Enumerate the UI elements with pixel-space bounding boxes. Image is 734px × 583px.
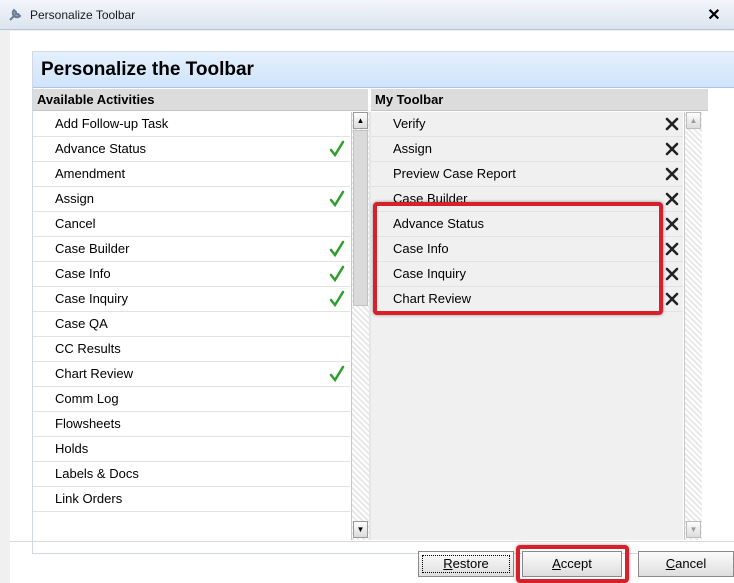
list-item[interactable]: Chart Review	[33, 362, 350, 387]
activity-label: Case QA	[55, 316, 108, 331]
activity-label: Labels & Docs	[55, 466, 139, 481]
list-item[interactable]: CC Results	[33, 337, 350, 362]
toolbar-item-label: Verify	[393, 116, 426, 131]
activity-label: Case Info	[55, 266, 111, 281]
checkmark-icon	[329, 265, 345, 283]
available-activities-header: Available Activities	[33, 89, 368, 111]
remove-icon[interactable]	[665, 242, 679, 256]
remove-icon[interactable]	[665, 142, 679, 156]
panel-header: Personalize the Toolbar	[33, 52, 734, 88]
window-title: Personalize Toolbar	[30, 8, 136, 22]
list-item[interactable]: Case Builder	[33, 237, 350, 262]
activity-label: Link Orders	[55, 491, 123, 506]
list-item[interactable]: Cancel	[33, 212, 350, 237]
list-item[interactable]: Flowsheets	[33, 412, 350, 437]
highlight-toolbar-items	[373, 202, 663, 315]
list-item[interactable]: Amendment	[33, 162, 350, 187]
cancel-button[interactable]: Cancel	[638, 551, 734, 577]
list-item[interactable]: Advance Status	[33, 137, 350, 162]
restore-button[interactable]: Restore	[418, 551, 514, 577]
remove-icon[interactable]	[665, 217, 679, 231]
list-item[interactable]: Holds	[33, 437, 350, 462]
panel-title: Personalize the Toolbar	[41, 59, 254, 80]
remove-icon[interactable]	[665, 292, 679, 306]
scroll-thumb[interactable]	[353, 130, 368, 306]
footer-separator	[10, 541, 734, 542]
cancel-mnemonic: C	[665, 556, 676, 571]
checkmark-icon	[329, 290, 345, 308]
activity-label: Holds	[55, 441, 89, 456]
list-item[interactable]: Labels & Docs	[33, 462, 350, 487]
activity-label: Add Follow-up Task	[55, 116, 169, 131]
activity-label: Case Builder	[55, 241, 130, 256]
remove-icon[interactable]	[665, 192, 679, 206]
activity-label: Chart Review	[55, 366, 134, 381]
remove-icon[interactable]	[665, 117, 679, 131]
checkmark-icon	[329, 140, 345, 158]
close-button[interactable]: ✕	[700, 6, 728, 26]
list-item[interactable]: Comm Log	[33, 387, 350, 412]
remove-icon[interactable]	[665, 267, 679, 281]
available-activities-list: Add Follow-up Task Advance Status Amendmen…	[33, 112, 350, 540]
toolbar-item[interactable]: Assign	[371, 137, 683, 162]
list-item[interactable]: Assign	[33, 187, 350, 212]
close-icon: ✕	[707, 7, 721, 24]
list-item[interactable]: Case QA	[33, 312, 350, 337]
activity-label: Comm Log	[55, 391, 119, 406]
cancel-label: ancel	[675, 556, 707, 571]
activity-label: Flowsheets	[55, 416, 121, 431]
focus-ring	[422, 555, 510, 573]
toolbar-item-label: Assign	[393, 141, 433, 156]
scroll-down-button[interactable]: ▼	[686, 521, 701, 538]
list-item[interactable]: Add Follow-up Task	[33, 112, 350, 137]
activity-label: Advance Status	[55, 141, 147, 156]
activity-label: Case Inquiry	[55, 291, 128, 306]
checkmark-icon	[329, 240, 345, 258]
scroll-up-button[interactable]: ▲	[686, 112, 701, 129]
list-item[interactable]: Link Orders	[33, 487, 350, 512]
scroll-down-button[interactable]: ▼	[353, 521, 368, 538]
checkmark-icon	[329, 190, 345, 208]
wrench-icon	[8, 8, 22, 22]
toolbar-editor: Personalize the Toolbar Available Activi…	[32, 51, 734, 554]
available-scrollbar[interactable]: ▲ ▼	[351, 112, 369, 540]
toolbar-item[interactable]: Verify	[371, 112, 683, 137]
highlight-accept-button	[516, 545, 629, 583]
activity-label: Amendment	[55, 166, 126, 181]
my-toolbar-list: Verify Assign Preview Case Report Case Buil…	[371, 112, 683, 540]
activity-label: Cancel	[55, 216, 96, 231]
toolbar-item[interactable]: Preview Case Report	[371, 162, 683, 187]
title-bar: Personalize Toolbar ✕	[0, 0, 734, 30]
dialog-body: Personalize the Toolbar Available Activi…	[10, 31, 734, 583]
toolbar-item-label: Preview Case Report	[393, 166, 516, 181]
my-toolbar-header: My Toolbar	[371, 89, 708, 111]
list-item[interactable]: Case Inquiry	[33, 287, 350, 312]
activity-label: CC Results	[55, 341, 121, 356]
activity-label: Assign	[55, 191, 95, 206]
toolbar-scrollbar[interactable]: ▲ ▼	[684, 112, 702, 540]
scroll-up-button[interactable]: ▲	[353, 112, 368, 129]
remove-icon[interactable]	[665, 167, 679, 181]
checkmark-icon	[329, 365, 345, 383]
list-item[interactable]: Case Info	[33, 262, 350, 287]
